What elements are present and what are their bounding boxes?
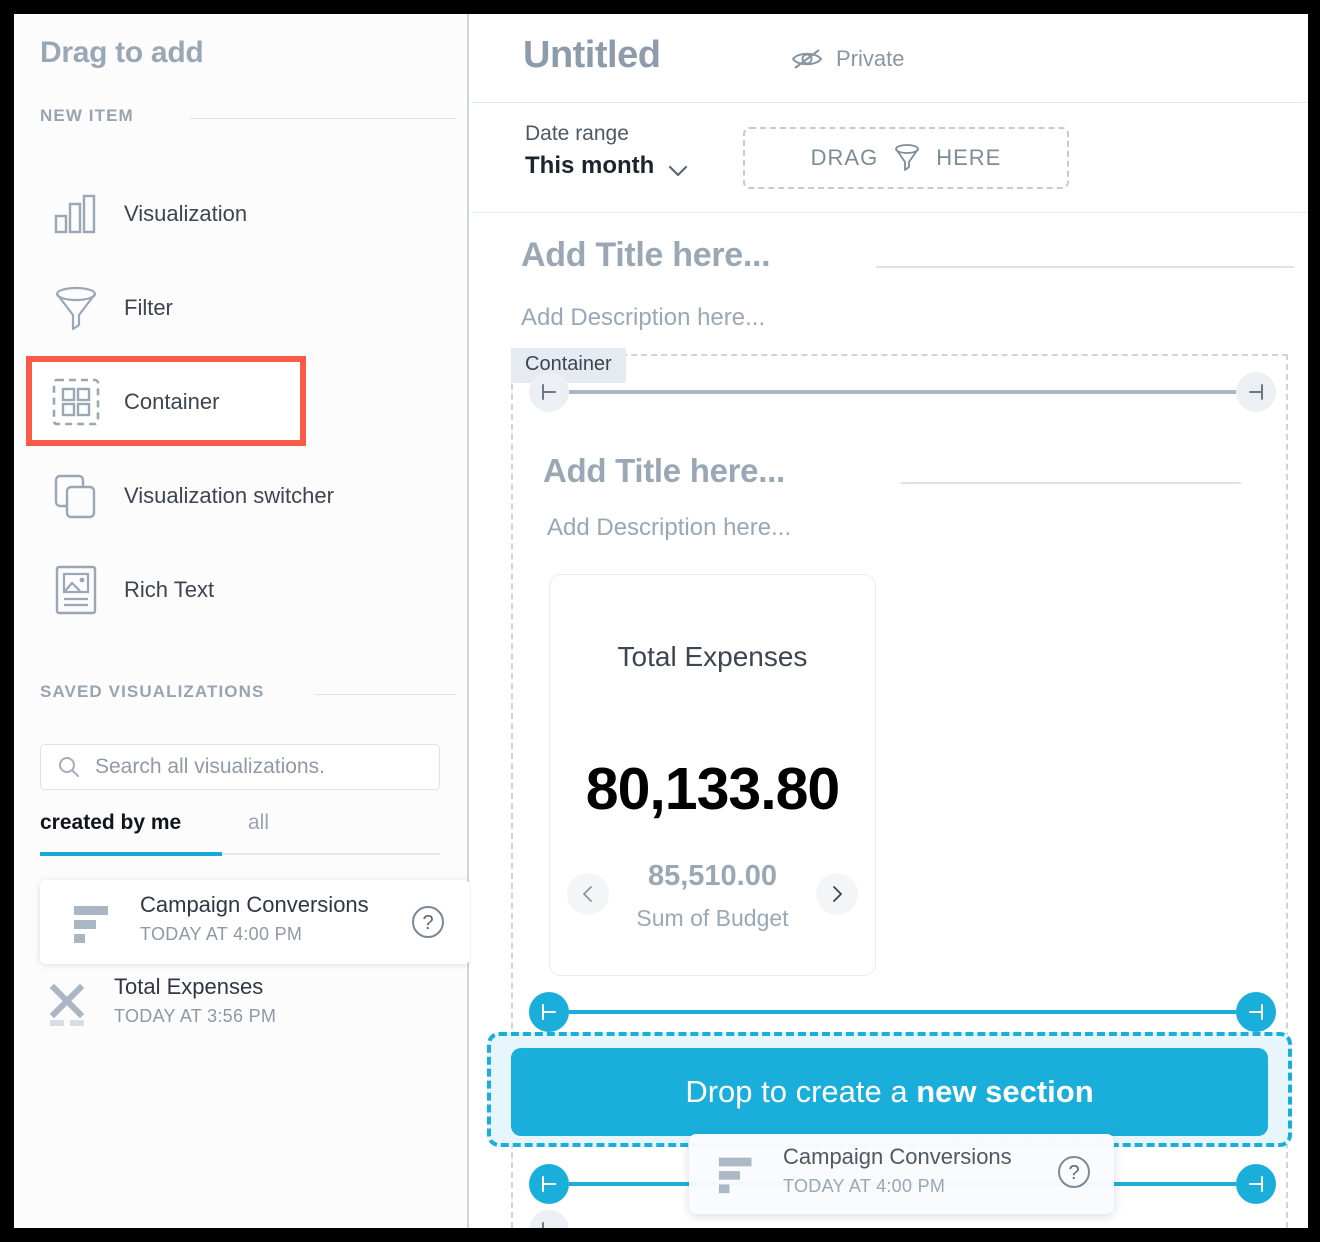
new-item-label: Filter xyxy=(124,295,173,320)
section-title-placeholder[interactable]: Add Title here... xyxy=(543,452,785,490)
page-title[interactable]: Untitled xyxy=(523,34,661,77)
rich-text-icon xyxy=(50,564,102,616)
list-item-name: Total Expenses xyxy=(114,974,264,999)
list-item-time: TODAY AT 4:00 PM xyxy=(140,924,303,944)
list-item[interactable]: Campaign Conversions TODAY AT 4:00 PM ? xyxy=(40,880,470,964)
kpi-value: 80,133.80 xyxy=(585,756,840,822)
dropzone-text: Drop to create a new section xyxy=(685,1074,1094,1109)
funnel-icon xyxy=(895,144,920,171)
dashboard-title-placeholder[interactable]: Add Title here... xyxy=(521,236,771,275)
tab-created-by-me[interactable]: created by me xyxy=(40,811,181,847)
svg-text:?: ? xyxy=(422,912,433,934)
tab-all[interactable]: all xyxy=(248,811,269,847)
drag-ghost-name: Campaign Conversions xyxy=(783,1144,1012,1169)
new-item-visualization[interactable]: Visualization xyxy=(14,178,469,250)
app-window: Drag to add NEW ITEM Visualization Filte… xyxy=(14,14,1308,1228)
saved-visualizations-tabs: created by me all xyxy=(40,811,440,856)
resize-handle-right[interactable] xyxy=(1236,992,1276,1032)
resize-handle-right[interactable] xyxy=(1236,372,1276,412)
svg-text:?: ? xyxy=(1068,1162,1079,1184)
new-item-visualization-switcher[interactable]: Visualization switcher xyxy=(14,460,469,532)
left-sidebar: Drag to add NEW ITEM Visualization Filte… xyxy=(14,14,470,1228)
saved-visualizations-divider xyxy=(314,694,455,695)
eye-slash-icon xyxy=(791,49,823,69)
here-label: HERE xyxy=(936,145,1002,170)
drag-ghost-time: TODAY AT 4:00 PM xyxy=(783,1176,946,1196)
stacked-cards-icon xyxy=(50,470,102,522)
privacy-label: Private xyxy=(836,46,905,71)
filter-dropzone[interactable]: DRAG HERE xyxy=(743,127,1069,189)
new-item-label: Visualization switcher xyxy=(124,483,334,508)
new-item-label: Visualization xyxy=(124,201,248,226)
kpi-card[interactable]: Total Expenses 80,133.80 85,510.00 Sum o… xyxy=(549,574,876,976)
resize-handle-right[interactable] xyxy=(1236,1164,1276,1204)
privacy-status[interactable]: Private xyxy=(791,46,904,72)
drag-label: DRAG xyxy=(810,145,879,170)
date-range-label: Date range xyxy=(525,122,629,145)
list-item-name: Campaign Conversions xyxy=(140,892,369,917)
resize-handle-left[interactable] xyxy=(529,992,569,1032)
search-input[interactable] xyxy=(93,754,417,780)
horizontal-bars-icon xyxy=(72,898,120,946)
kpi-next-button[interactable] xyxy=(816,873,858,915)
section-divider-top[interactable] xyxy=(529,372,1276,412)
kpi-x-icon xyxy=(46,980,94,1028)
bar-chart-icon xyxy=(50,188,102,240)
toolbar: Date range This month DRAG HERE xyxy=(471,102,1308,213)
list-item[interactable]: Total Expenses TODAY AT 3:56 PM xyxy=(40,964,470,1048)
new-item-label: Rich Text xyxy=(124,577,215,602)
section-title-rule xyxy=(901,482,1241,484)
list-item-time: TODAY AT 3:56 PM xyxy=(114,1006,277,1026)
main-panel: Untitled Private Date range This month D… xyxy=(471,14,1308,1228)
horizontal-bars-icon xyxy=(717,1150,763,1196)
kpi-title: Total Expenses xyxy=(617,641,808,672)
title-rule xyxy=(876,266,1294,268)
help-icon[interactable]: ? xyxy=(410,904,446,945)
new-item-label: Container xyxy=(124,389,220,414)
help-icon: ? xyxy=(1056,1154,1092,1195)
search-icon xyxy=(57,755,81,779)
resize-handle-left[interactable] xyxy=(529,1164,569,1204)
new-section-dropzone[interactable]: Drop to create a new section xyxy=(487,1032,1292,1147)
saved-visualizations-heading: SAVED VISUALIZATIONS xyxy=(40,682,265,701)
resize-handle-left[interactable] xyxy=(529,372,569,412)
section-divider-active-top[interactable] xyxy=(529,992,1276,1032)
chevron-down-icon[interactable] xyxy=(667,164,689,183)
container-grid-icon xyxy=(50,376,102,428)
new-item-divider xyxy=(190,118,455,119)
divider-line xyxy=(569,1010,1236,1014)
divider-line xyxy=(569,390,1236,394)
active-tab-underline xyxy=(40,852,222,856)
sidebar-title: Drag to add xyxy=(40,36,204,69)
drop-to-create-button[interactable]: Drop to create a new section xyxy=(511,1048,1268,1136)
section-description-placeholder[interactable]: Add Description here... xyxy=(547,514,791,542)
dashboard-description-placeholder[interactable]: Add Description here... xyxy=(521,304,765,332)
new-item-filter[interactable]: Filter xyxy=(14,272,469,344)
new-item-container[interactable]: Container xyxy=(14,366,469,438)
new-item-heading: NEW ITEM xyxy=(40,106,134,125)
document-header: Untitled Private xyxy=(471,14,1308,103)
funnel-icon xyxy=(50,282,102,334)
drag-ghost-card: Campaign Conversions TODAY AT 4:00 PM ? xyxy=(689,1134,1114,1214)
new-item-rich-text[interactable]: Rich Text xyxy=(14,554,469,626)
search-input-wrap[interactable] xyxy=(40,744,440,790)
date-range-value[interactable]: This month xyxy=(525,152,654,180)
